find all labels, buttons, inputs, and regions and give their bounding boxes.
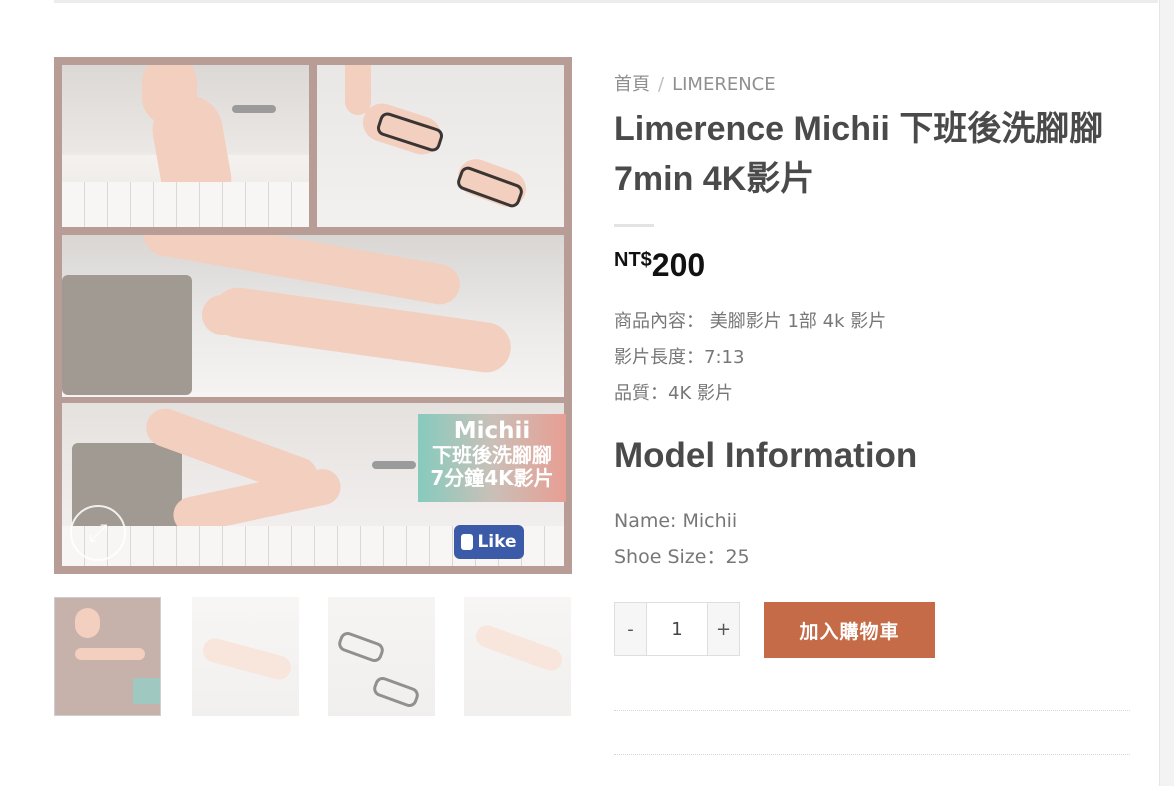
model-shoe-size: Shoe Size：25 [614,546,750,568]
thumbnail-3[interactable] [328,597,435,716]
product-title: Limerence Michii 下班後洗腳腳 7min 4K影片 [614,110,1104,198]
title-divider [614,224,654,227]
breadcrumb-home-link[interactable]: 首頁 [614,74,650,95]
description-line: 品質：4K 影片 [614,383,733,404]
like-badge: Like [454,525,524,559]
breadcrumb-separator: / [658,74,665,95]
foot-shape [75,608,100,638]
qty-input[interactable] [646,603,708,655]
model-info: Name: Michii Shoe Size：25 [614,503,750,575]
caption-line-3: 7分鐘4K影片 [430,466,554,491]
model-name: Name: Michii [614,510,738,532]
breadcrumb-category-link[interactable]: LIMERENCE [672,74,776,95]
product-description: 商品內容： 美腳影片 1部 4k 影片 影片長度：7:13 品質：4K 影片 [614,304,886,412]
leg-shape [75,648,145,660]
qty-minus-button[interactable]: - [615,603,646,655]
hand-shape [202,295,292,335]
product-main-image[interactable]: Michii 下班後洗腳腳 7分鐘4K影片 Like ⤢ [54,57,572,574]
shorts-shape [62,275,192,395]
qty-plus-button[interactable]: + [708,603,739,655]
top-divider [54,0,1158,3]
thumbnail-overlay [192,597,299,716]
product-price: NT$200 [614,247,705,284]
caption-thumbnail [133,678,160,704]
image-panel-bathtub-foot [62,65,309,227]
model-info-heading: Model Information [614,436,918,475]
breadcrumb: 首頁 / LIMERENCE [614,70,776,96]
thumbnail-1[interactable] [54,597,161,716]
scrollbar[interactable] [1159,0,1174,786]
faucet-shape [232,105,276,113]
expand-icon[interactable]: ⤢ [70,505,126,561]
description-line: 影片長度：7:13 [614,347,745,368]
thumbnail-overlay [464,597,571,716]
caption-line-2: 下班後洗腳腳 [432,443,552,468]
leg-shape [345,65,371,115]
description-line: 商品內容： 美腳影片 1部 4k 影片 [614,311,887,332]
divider [614,710,1130,711]
thumbnail-overlay [328,597,435,716]
caption-line-1: Michii [453,418,531,444]
quantity-stepper: - + [614,602,740,656]
faucet-shape [372,461,416,469]
price-amount: 200 [651,247,706,283]
tile-wall [62,182,309,227]
divider [614,754,1130,755]
price-currency: NT$ [614,249,652,271]
image-caption: Michii 下班後洗腳腳 7分鐘4K影片 [418,414,566,502]
thumbnail-2[interactable] [192,597,299,716]
thumbs-up-icon [461,534,474,550]
image-panel-sandals [317,65,564,227]
like-label: Like [477,532,517,552]
image-panel-washing [62,235,564,397]
add-to-cart-button[interactable]: 加入購物車 [764,602,935,658]
thumbnail-4[interactable] [464,597,571,716]
